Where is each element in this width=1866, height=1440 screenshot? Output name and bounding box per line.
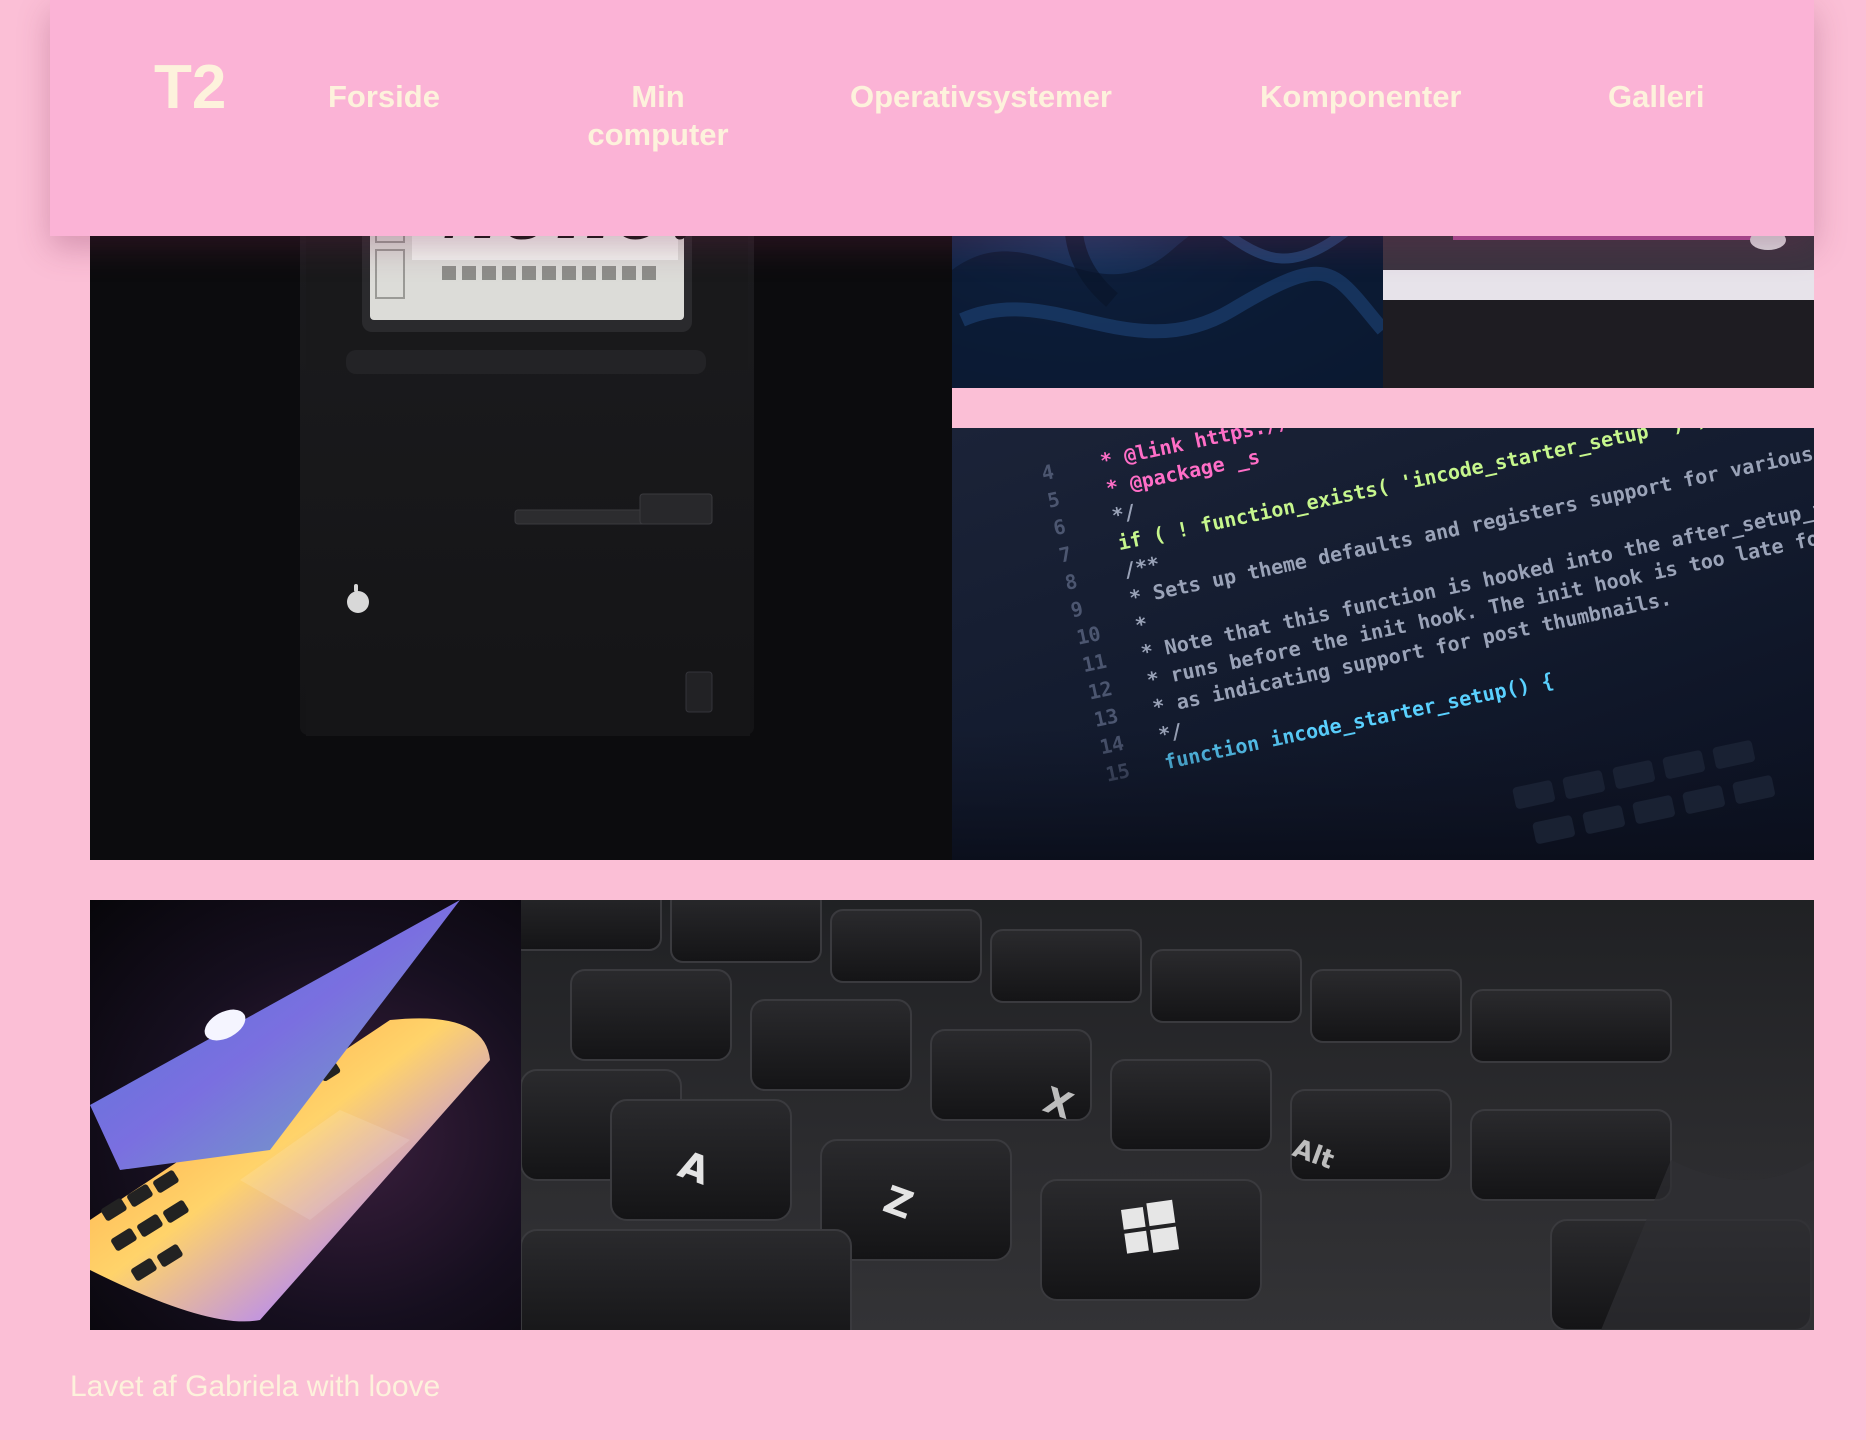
nav-link-galleri[interactable]: Galleri bbox=[1608, 78, 1705, 116]
code-line: /** bbox=[1121, 551, 1161, 582]
code-line-number: 9 bbox=[1068, 596, 1085, 622]
code-line-number: 10 bbox=[1074, 621, 1103, 649]
nav-link-min-computer[interactable]: Min computer bbox=[558, 78, 758, 154]
gallery-image-code-screen[interactable]: 4 * @link https://deve 5 * @package _s 6 */7 i… bbox=[952, 428, 1814, 860]
keyboard-illustration: A Z X Alt bbox=[521, 900, 1814, 1330]
nav-link-komponenter[interactable]: Komponenter bbox=[1260, 78, 1462, 116]
code-line-number: 13 bbox=[1092, 703, 1121, 731]
code-line-number: 7 bbox=[1057, 542, 1074, 568]
code-line: * bbox=[1133, 611, 1150, 637]
gallery-image-rainbow-macbook[interactable] bbox=[90, 900, 521, 1330]
code-line-number: 5 bbox=[1045, 487, 1062, 513]
nav-link-operativsystemer[interactable]: Operativsystemer bbox=[850, 78, 1112, 116]
macbook-illustration bbox=[90, 900, 490, 1322]
site-logo[interactable]: T2 bbox=[154, 52, 226, 123]
code-line-number: 4 bbox=[1039, 459, 1056, 485]
code-line-number: 8 bbox=[1063, 569, 1080, 595]
gallery-image-keyboard-closeup[interactable]: A Z X Alt bbox=[521, 900, 1814, 1330]
nav-link-forside[interactable]: Forside bbox=[328, 78, 440, 116]
site-header: T2 Forside Min computer Operativsystemer… bbox=[50, 0, 1814, 236]
code-line-number: 11 bbox=[1080, 649, 1109, 677]
footer-credit: Lavet af Gabriela with loove bbox=[70, 1370, 441, 1403]
code-line-number: 6 bbox=[1051, 514, 1068, 540]
code-illustration: 4 * @link https://deve5 * @package _s6 */7 i… bbox=[952, 428, 1814, 860]
code-line: */ bbox=[1110, 499, 1139, 527]
code-line-number: 12 bbox=[1086, 676, 1115, 704]
